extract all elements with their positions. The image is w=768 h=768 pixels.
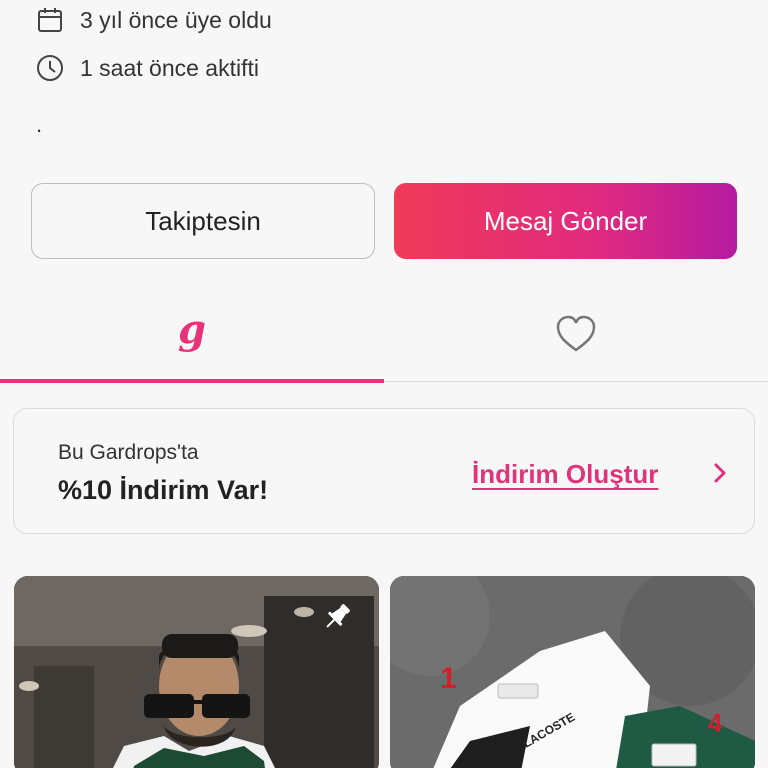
profile-tabs: g <box>0 290 768 383</box>
gardrops-logo-icon: g <box>176 306 208 364</box>
product-card[interactable] <box>14 576 379 768</box>
overlay-number: 1 <box>440 662 457 695</box>
promo-title: %10 İndirim Var! <box>58 475 269 505</box>
svg-text:g: g <box>178 309 206 353</box>
active-tab-indicator <box>0 379 384 383</box>
discount-promo-card: Bu Gardrops'ta %10 İndirim Var! İndirim … <box>13 408 755 534</box>
chevron-right-icon[interactable] <box>708 459 732 487</box>
profile-bio: . <box>36 112 43 137</box>
tab-likes[interactable] <box>384 290 768 382</box>
member-since-text: 3 yıl önce üye oldu <box>80 6 272 33</box>
heart-icon <box>555 315 597 358</box>
create-discount-link[interactable]: İndirim Oluştur <box>472 459 658 490</box>
product-card[interactable]: LACOSTE 1 4 <box>390 576 755 768</box>
following-button[interactable]: Takiptesin <box>31 183 375 259</box>
member-since-row: 3 yıl önce üye oldu <box>36 6 272 34</box>
promo-subtitle: Bu Gardrops'ta <box>58 441 199 464</box>
last-active-row: 1 saat önce aktifti <box>36 54 259 82</box>
profile-page: 3 yıl önce üye oldu 1 saat önce aktifti … <box>0 0 768 768</box>
pin-icon[interactable] <box>320 600 354 639</box>
overlay-number: 4 <box>708 708 723 738</box>
clock-icon <box>36 54 64 82</box>
product-image: LACOSTE 1 4 <box>390 576 755 768</box>
calendar-icon <box>36 6 64 34</box>
send-message-button[interactable]: Mesaj Gönder <box>394 183 737 259</box>
tab-closet[interactable]: g <box>0 290 384 382</box>
last-active-text: 1 saat önce aktifti <box>80 54 259 81</box>
